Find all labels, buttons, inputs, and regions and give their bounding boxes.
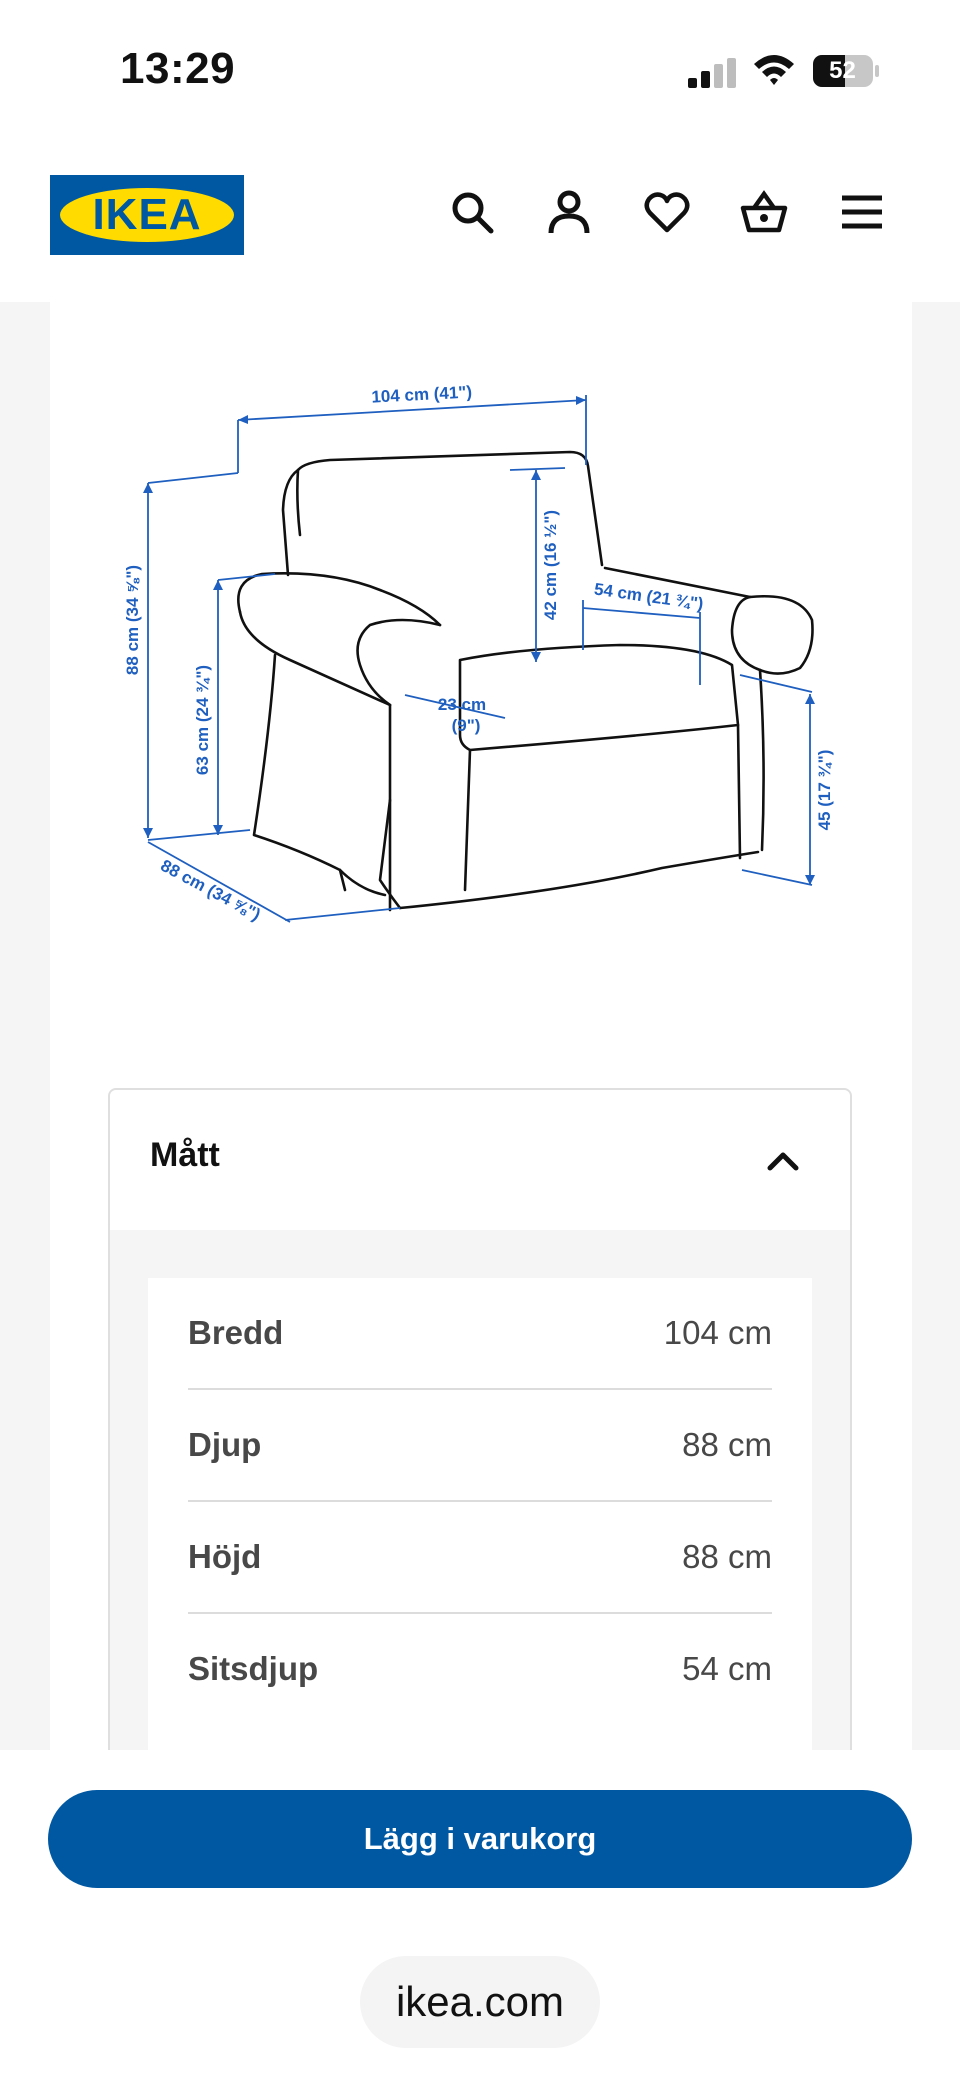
dimensions-title: Mått [150,1136,220,1174]
status-bar: 13:29 52 [0,0,960,140]
dimension-value: 104 cm [663,1314,772,1351]
browser-url-pill[interactable]: ikea.com [360,1956,600,2048]
site-header: IKEA [0,140,960,302]
status-time: 13:29 [120,44,236,93]
back-height-dimension-label: 42 cm (16 ½") [541,510,560,620]
dimension-label: Höjd [188,1538,262,1575]
search-icon[interactable] [448,188,496,236]
arm-width-dimension-label: 23 cm [438,695,486,714]
dimensions-table: Bredd 104 cm Djup 88 cm Höjd 88 cm Sitsd… [148,1278,812,1786]
heart-icon[interactable] [643,188,691,236]
seat-height-dimension-label: 45 (17 ¾") [815,750,834,831]
dimensions-accordion-header[interactable]: Mått [110,1090,850,1230]
account-icon[interactable] [545,188,593,236]
logo-text: IKEA [92,190,202,239]
dimension-label: Djup [188,1426,262,1463]
depth-dimension-label: 88 cm (34 ⅝") [158,856,264,924]
dimension-value: 54 cm [682,1650,772,1687]
dimension-row: Sitsdjup 54 cm [188,1614,772,1726]
arm-width-dimension-label-inches: (9") [452,716,481,735]
ikea-logo[interactable]: IKEA [50,175,244,255]
dimension-row: Höjd 88 cm [188,1502,772,1614]
dimension-row: Bredd 104 cm [188,1278,772,1390]
height-dimension-label: 88 cm (34 ⅝") [123,565,142,675]
dimension-row: Djup 88 cm [188,1390,772,1502]
cellular-signal-icon [688,58,736,88]
wifi-icon [754,55,794,85]
arm-height-dimension-label: 63 cm (24 ¾") [193,665,212,775]
battery-icon: 52 [812,54,880,88]
dimension-value: 88 cm [682,1426,772,1463]
width-dimension-label: 104 cm (41") [371,382,473,406]
dimension-value: 88 cm [682,1538,772,1575]
add-to-cart-button[interactable]: Lägg i varukorg [48,1790,912,1888]
armchair-dimension-diagram: 104 cm (41") 88 cm (34 ⅝") 63 cm (24 ¾")… [123,382,834,924]
basket-icon[interactable] [740,188,788,236]
dimension-label: Bredd [188,1314,284,1351]
bottom-action-bar: Lägg i varukorg ikea.com [0,1750,960,2081]
dimension-label: Sitsdjup [188,1650,319,1687]
menu-icon[interactable] [838,188,886,236]
chevron-up-icon[interactable] [766,1146,800,1174]
dimensions-accordion: Mått Bredd 104 cm Djup 88 cm Höjd 88 cm … [108,1088,852,1788]
battery-level: 52 [829,57,856,84]
